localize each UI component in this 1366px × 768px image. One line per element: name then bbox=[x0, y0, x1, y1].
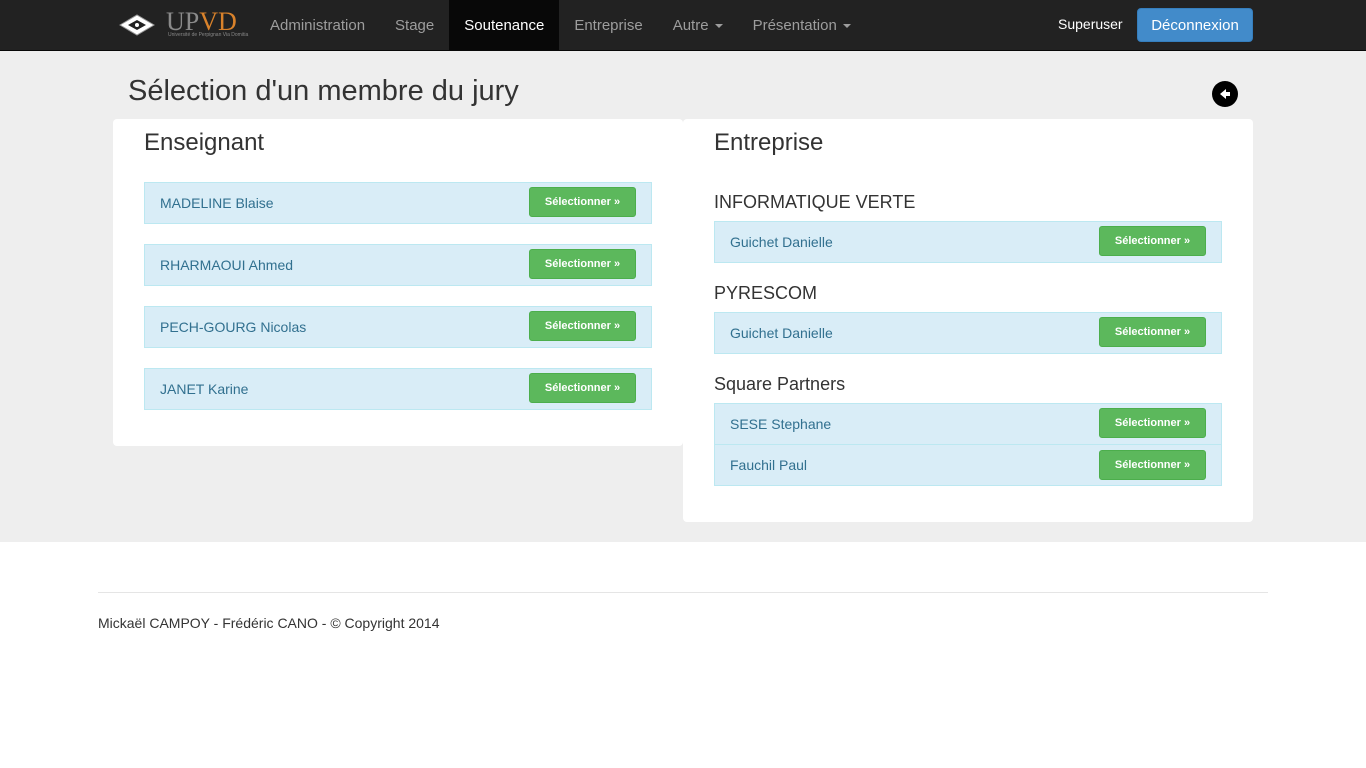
nav-label: Présentation bbox=[752, 16, 837, 34]
teacher-name: JANET Karine bbox=[160, 381, 249, 397]
brand-subtitle: Université de Perpignan Via Domitia bbox=[168, 32, 249, 38]
list-item: Guichet Danielle Sélectionner » bbox=[714, 312, 1222, 354]
logout-button[interactable]: Déconnexion bbox=[1137, 8, 1253, 42]
list-item: RHARMAOUI Ahmed Sélectionner » bbox=[144, 244, 652, 286]
arrow-left-circle-icon bbox=[1220, 89, 1230, 99]
nav-presentation-dropdown[interactable]: Présentation bbox=[738, 0, 866, 50]
nav-label: Autre bbox=[672, 16, 709, 34]
companies-heading: Entreprise bbox=[714, 129, 824, 156]
current-user[interactable]: Superuser bbox=[1058, 16, 1123, 32]
footer-divider bbox=[98, 592, 1268, 593]
nav-label: Entreprise bbox=[574, 16, 643, 34]
contact-name: Guichet Danielle bbox=[730, 325, 833, 341]
select-button[interactable]: Sélectionner » bbox=[529, 187, 636, 217]
nav-autre-dropdown[interactable]: Autre bbox=[658, 0, 738, 50]
select-button[interactable]: Sélectionner » bbox=[529, 249, 636, 279]
select-button[interactable]: Sélectionner » bbox=[1099, 317, 1206, 347]
contact-name: SESE Stephane bbox=[730, 416, 832, 432]
companies-panel: Entreprise INFORMATIQUE VERTE Guichet Da… bbox=[683, 119, 1253, 522]
nav-stage[interactable]: Stage bbox=[380, 0, 449, 50]
list-item: PECH-GOURG Nicolas Sélectionner » bbox=[144, 306, 652, 348]
nav-label: Administration bbox=[270, 16, 366, 34]
select-button[interactable]: Sélectionner » bbox=[529, 373, 636, 403]
nav-entreprise[interactable]: Entreprise bbox=[559, 0, 657, 50]
footer-copyright: Mickaël CAMPOY - Frédéric CANO - © Copyr… bbox=[98, 615, 440, 631]
caret-down-icon bbox=[714, 24, 723, 28]
back-button[interactable] bbox=[1212, 81, 1238, 107]
teachers-heading: Enseignant bbox=[144, 129, 265, 156]
top-navbar: UPVD Université de Perpignan Via Domitia… bbox=[0, 0, 1366, 51]
teachers-panel: Enseignant MADELINE Blaise Sélectionner … bbox=[113, 119, 683, 446]
select-button[interactable]: Sélectionner » bbox=[1099, 408, 1206, 438]
company-name: PYRESCOM bbox=[714, 283, 818, 303]
select-button[interactable]: Sélectionner » bbox=[529, 311, 636, 341]
list-item: Fauchil Paul Sélectionner » bbox=[714, 445, 1222, 486]
main-content: Sélection d'un membre du jury Enseignant… bbox=[0, 51, 1366, 542]
list-item: MADELINE Blaise Sélectionner » bbox=[144, 182, 652, 224]
list-item: Guichet Danielle Sélectionner » bbox=[714, 221, 1222, 263]
nav-label: Soutenance bbox=[464, 16, 545, 34]
nav-label: Stage bbox=[395, 16, 435, 34]
upvd-logo-icon bbox=[119, 14, 155, 36]
list-item: SESE Stephane Sélectionner » bbox=[714, 403, 1222, 445]
contact-name: Guichet Danielle bbox=[730, 234, 833, 250]
teacher-name: RHARMAOUI Ahmed bbox=[160, 257, 294, 273]
company-name: Square Partners bbox=[714, 374, 846, 394]
main-nav: Administration Stage Soutenance Entrepri… bbox=[255, 0, 866, 50]
select-button[interactable]: Sélectionner » bbox=[1099, 450, 1206, 480]
caret-down-icon bbox=[842, 24, 851, 28]
teacher-name: MADELINE Blaise bbox=[160, 195, 274, 211]
company-name: INFORMATIQUE VERTE bbox=[714, 192, 916, 212]
teacher-name: PECH-GOURG Nicolas bbox=[160, 319, 307, 335]
contact-name: Fauchil Paul bbox=[730, 457, 808, 473]
brand-logo[interactable]: UPVD Université de Perpignan Via Domitia bbox=[118, 8, 248, 42]
page-title: Sélection d'un membre du jury bbox=[128, 75, 519, 107]
list-item: JANET Karine Sélectionner » bbox=[144, 368, 652, 410]
nav-soutenance[interactable]: Soutenance bbox=[449, 0, 560, 50]
nav-administration[interactable]: Administration bbox=[255, 0, 380, 50]
select-button[interactable]: Sélectionner » bbox=[1099, 226, 1206, 256]
